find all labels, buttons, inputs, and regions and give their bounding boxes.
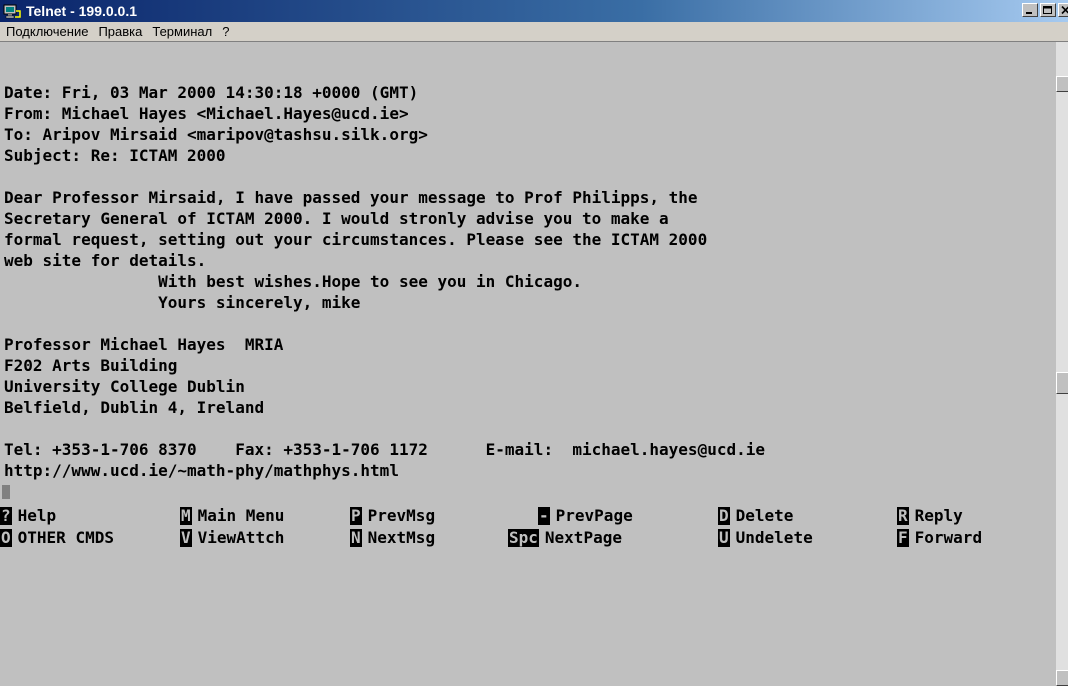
email-body-line: With best wishes.Hope to see you in Chic…: [4, 272, 582, 291]
cmd-label: Undelete: [735, 528, 813, 547]
cmd-key: -: [538, 506, 550, 525]
email-body-line: Dear Professor Mirsaid, I have passed yo…: [4, 188, 698, 207]
cmd-forward[interactable]: F Forward: [897, 527, 982, 549]
cmd-undelete[interactable]: U Undelete: [718, 527, 813, 549]
email-from-line: From: Michael Hayes <Michael.Hayes@ucd.i…: [4, 104, 409, 123]
scroll-thumb[interactable]: [1056, 372, 1068, 394]
menu-connection[interactable]: Подключение: [0, 24, 93, 39]
email-body-line: formal request, setting out your circums…: [4, 230, 708, 249]
email-date-line: Date: Fri, 03 Mar 2000 14:30:18 +0000 (G…: [4, 83, 419, 102]
terminal-cursor: [2, 485, 10, 499]
cmd-help[interactable]: ? Help: [0, 505, 56, 527]
signature-line: Belfield, Dublin 4, Ireland: [4, 398, 265, 417]
cmd-key: N: [350, 528, 362, 547]
cmd-key: M: [180, 506, 192, 525]
cmd-key: P: [350, 506, 362, 525]
telnet-app-icon[interactable]: [3, 3, 21, 19]
menu-help[interactable]: ?: [217, 24, 234, 39]
cmd-label: NextMsg: [367, 528, 436, 547]
cmd-delete[interactable]: D Delete: [718, 505, 793, 527]
signature-line: F202 Arts Building: [4, 356, 178, 375]
cmd-key: V: [180, 528, 192, 547]
command-row-1: ? Help M Main Menu P PrevMsg - PrevPage D Del…: [0, 505, 1056, 527]
command-row-2: O OTHER CMDS V ViewAttch N NextMsg Spc NextP…: [0, 527, 1056, 549]
cmd-label: Reply: [914, 506, 963, 525]
signature-contact-line: Tel: +353-1-706 8370 Fax: +353-1-706 117…: [4, 440, 765, 459]
maximize-icon[interactable]: [1040, 3, 1056, 17]
cmd-reply[interactable]: R Reply: [897, 505, 963, 527]
scroll-up-icon[interactable]: [1056, 76, 1068, 92]
cmd-next-page[interactable]: Spc NextPage: [508, 527, 622, 549]
terminal-screen[interactable]: Date: Fri, 03 Mar 2000 14:30:18 +0000 (G…: [0, 42, 1056, 686]
cmd-key: D: [718, 506, 730, 525]
email-body-line: web site for details.: [4, 251, 207, 270]
window-controls: [1022, 3, 1068, 17]
email-to-line: To: Aripov Mirsaid <maripov@tashsu.silk.…: [4, 125, 428, 144]
cmd-label: Help: [17, 506, 57, 525]
cmd-label: OTHER CMDS: [17, 528, 114, 547]
cmd-key: ?: [0, 506, 12, 525]
menu-edit[interactable]: Правка: [93, 24, 147, 39]
vertical-scrollbar[interactable]: [1056, 42, 1068, 686]
title-bar[interactable]: Telnet - 199.0.0.1: [0, 0, 1068, 22]
cmd-key: R: [897, 506, 909, 525]
cmd-other-cmds[interactable]: O OTHER CMDS: [0, 527, 114, 549]
cmd-key: O: [0, 528, 12, 547]
menu-terminal[interactable]: Терминал: [147, 24, 217, 39]
menu-bar: Подключение Правка Терминал ?: [0, 22, 1068, 42]
cmd-key: Spc: [508, 528, 539, 547]
cmd-label: PrevMsg: [367, 506, 436, 525]
cmd-label: Main Menu: [197, 506, 285, 525]
email-subject-line: Subject: Re: ICTAM 2000: [4, 146, 226, 165]
signature-line: Professor Michael Hayes MRIA: [4, 335, 284, 354]
minimize-icon[interactable]: [1022, 3, 1038, 17]
scroll-down-icon[interactable]: [1056, 670, 1068, 686]
cmd-label: ViewAttch: [197, 528, 285, 547]
cmd-prev-page[interactable]: - PrevPage: [538, 505, 633, 527]
telnet-window: Telnet - 199.0.0.1 Подключение Правка Те…: [0, 0, 1068, 686]
cmd-label: Delete: [735, 506, 794, 525]
signature-line: University College Dublin: [4, 377, 245, 396]
signature-url-line: http://www.ucd.ie/~math-phy/mathphys.htm…: [4, 461, 399, 480]
window-title: Telnet - 199.0.0.1: [26, 3, 138, 19]
cmd-next-msg[interactable]: N NextMsg: [350, 527, 435, 549]
cmd-key: F: [897, 528, 909, 547]
cmd-main-menu[interactable]: M Main Menu: [180, 505, 284, 527]
email-body-line: Secretary General of ICTAM 2000. I would…: [4, 209, 669, 228]
cmd-prev-msg[interactable]: P PrevMsg: [350, 505, 435, 527]
cmd-key: U: [718, 528, 730, 547]
cmd-label: PrevPage: [555, 506, 633, 525]
cmd-label: NextPage: [544, 528, 622, 547]
close-icon[interactable]: [1058, 3, 1068, 17]
cmd-label: Forward: [914, 528, 983, 547]
cmd-view-attch[interactable]: V ViewAttch: [180, 527, 284, 549]
email-body-line: Yours sincerely, mike: [4, 293, 361, 312]
